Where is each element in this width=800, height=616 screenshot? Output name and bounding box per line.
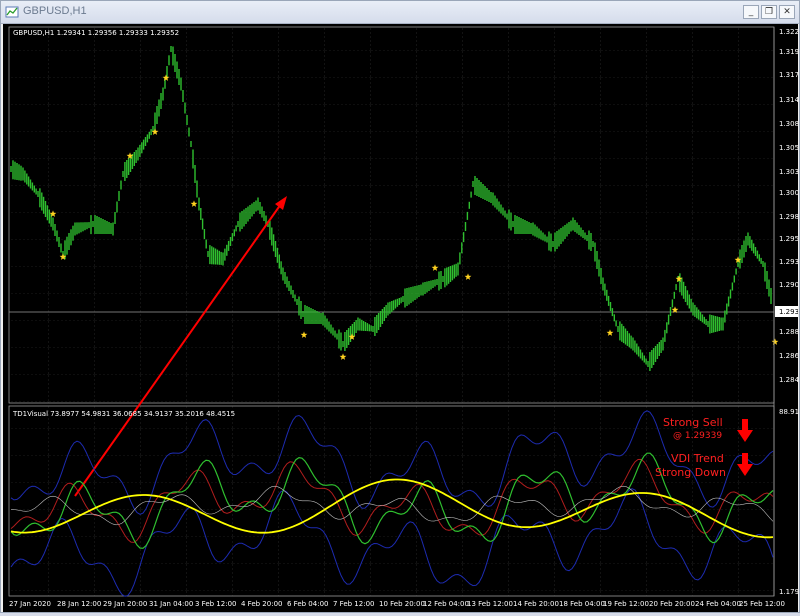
price-label: 1.3170 xyxy=(779,71,798,79)
restore-button[interactable]: ❐ xyxy=(761,5,777,19)
price-label: 1.3030 xyxy=(779,168,798,176)
time-label: 31 Jan 04:00 xyxy=(149,600,193,608)
time-label: 13 Feb 12:00 xyxy=(467,600,513,608)
indicator-axis-top: 88.915 xyxy=(779,408,798,416)
current-price-label: 1.2935 xyxy=(779,308,798,316)
close-button[interactable]: ✕ xyxy=(779,5,795,19)
time-label: 29 Jan 20:00 xyxy=(103,600,147,608)
time-label: 4 Feb 20:00 xyxy=(241,600,282,608)
time-label: 6 Feb 04:00 xyxy=(287,600,328,608)
price-label: 1.3225 xyxy=(779,28,798,36)
annotation-strong-down: Strong Down xyxy=(655,466,726,479)
time-label: 27 Jan 2020 xyxy=(9,600,51,608)
indicator-header: TD1Visual 73.8977 54.9831 36.0685 34.913… xyxy=(12,410,235,418)
time-label: 12 Feb 04:00 xyxy=(423,600,469,608)
minimize-button[interactable]: _ xyxy=(743,5,759,19)
time-label: 19 Feb 12:00 xyxy=(603,600,649,608)
price-label: 1.2905 xyxy=(779,281,798,289)
price-label: 1.3195 xyxy=(779,48,798,56)
time-axis: 27 Jan 2020 28 Jan 12:00 29 Jan 20:00 31… xyxy=(9,600,785,608)
time-label: 10 Feb 20:00 xyxy=(379,600,425,608)
price-label: 1.2880 xyxy=(779,328,798,336)
chart-header: GBPUSD,H1 1.29341 1.29356 1.29333 1.2935… xyxy=(13,29,179,37)
chart-window: GBPUSD,H1 _ ❐ ✕ GBPUSD,H1 1.29341 1.2935… xyxy=(0,0,800,613)
window-title: GBPUSD,H1 xyxy=(23,5,87,17)
indicator-axis-bottom: 1.1795 xyxy=(779,588,798,596)
time-label: 18 Feb 04:00 xyxy=(559,600,605,608)
time-label: 3 Feb 12:00 xyxy=(195,600,236,608)
chart-app-icon xyxy=(5,6,19,18)
time-label: 28 Jan 12:00 xyxy=(57,600,101,608)
price-axis: 1.3225 1.3195 1.3170 1.3145 1.3080 1.305… xyxy=(775,28,800,596)
price-label: 1.2845 xyxy=(779,376,798,384)
price-label: 1.2860 xyxy=(779,352,798,360)
time-label: 24 Feb 04:00 xyxy=(695,600,741,608)
price-label: 1.3145 xyxy=(779,96,798,104)
annotation-price: @ 1.29339 xyxy=(673,431,722,441)
price-label: 1.3080 xyxy=(779,120,798,128)
annotation-vdi-trend: VDI Trend xyxy=(671,452,724,465)
indicator-panel[interactable] xyxy=(8,405,775,597)
price-label: 1.2955 xyxy=(779,235,798,243)
title-bar[interactable]: GBPUSD,H1 _ ❐ ✕ xyxy=(1,1,799,24)
price-label: 1.3055 xyxy=(779,144,798,152)
annotation-strong-sell: Strong Sell xyxy=(663,416,723,429)
time-label: 14 Feb 20:00 xyxy=(513,600,559,608)
time-label: 20 Feb 20:00 xyxy=(649,600,695,608)
price-label: 1.2980 xyxy=(779,213,798,221)
time-label: 7 Feb 12:00 xyxy=(333,600,374,608)
price-label: 1.3005 xyxy=(779,189,798,197)
price-label: 1.2930 xyxy=(779,258,798,266)
chart-canvas[interactable]: GBPUSD,H1 1.29341 1.29356 1.29333 1.2935… xyxy=(3,24,800,612)
time-label: 25 Feb 12:00 xyxy=(739,600,785,608)
